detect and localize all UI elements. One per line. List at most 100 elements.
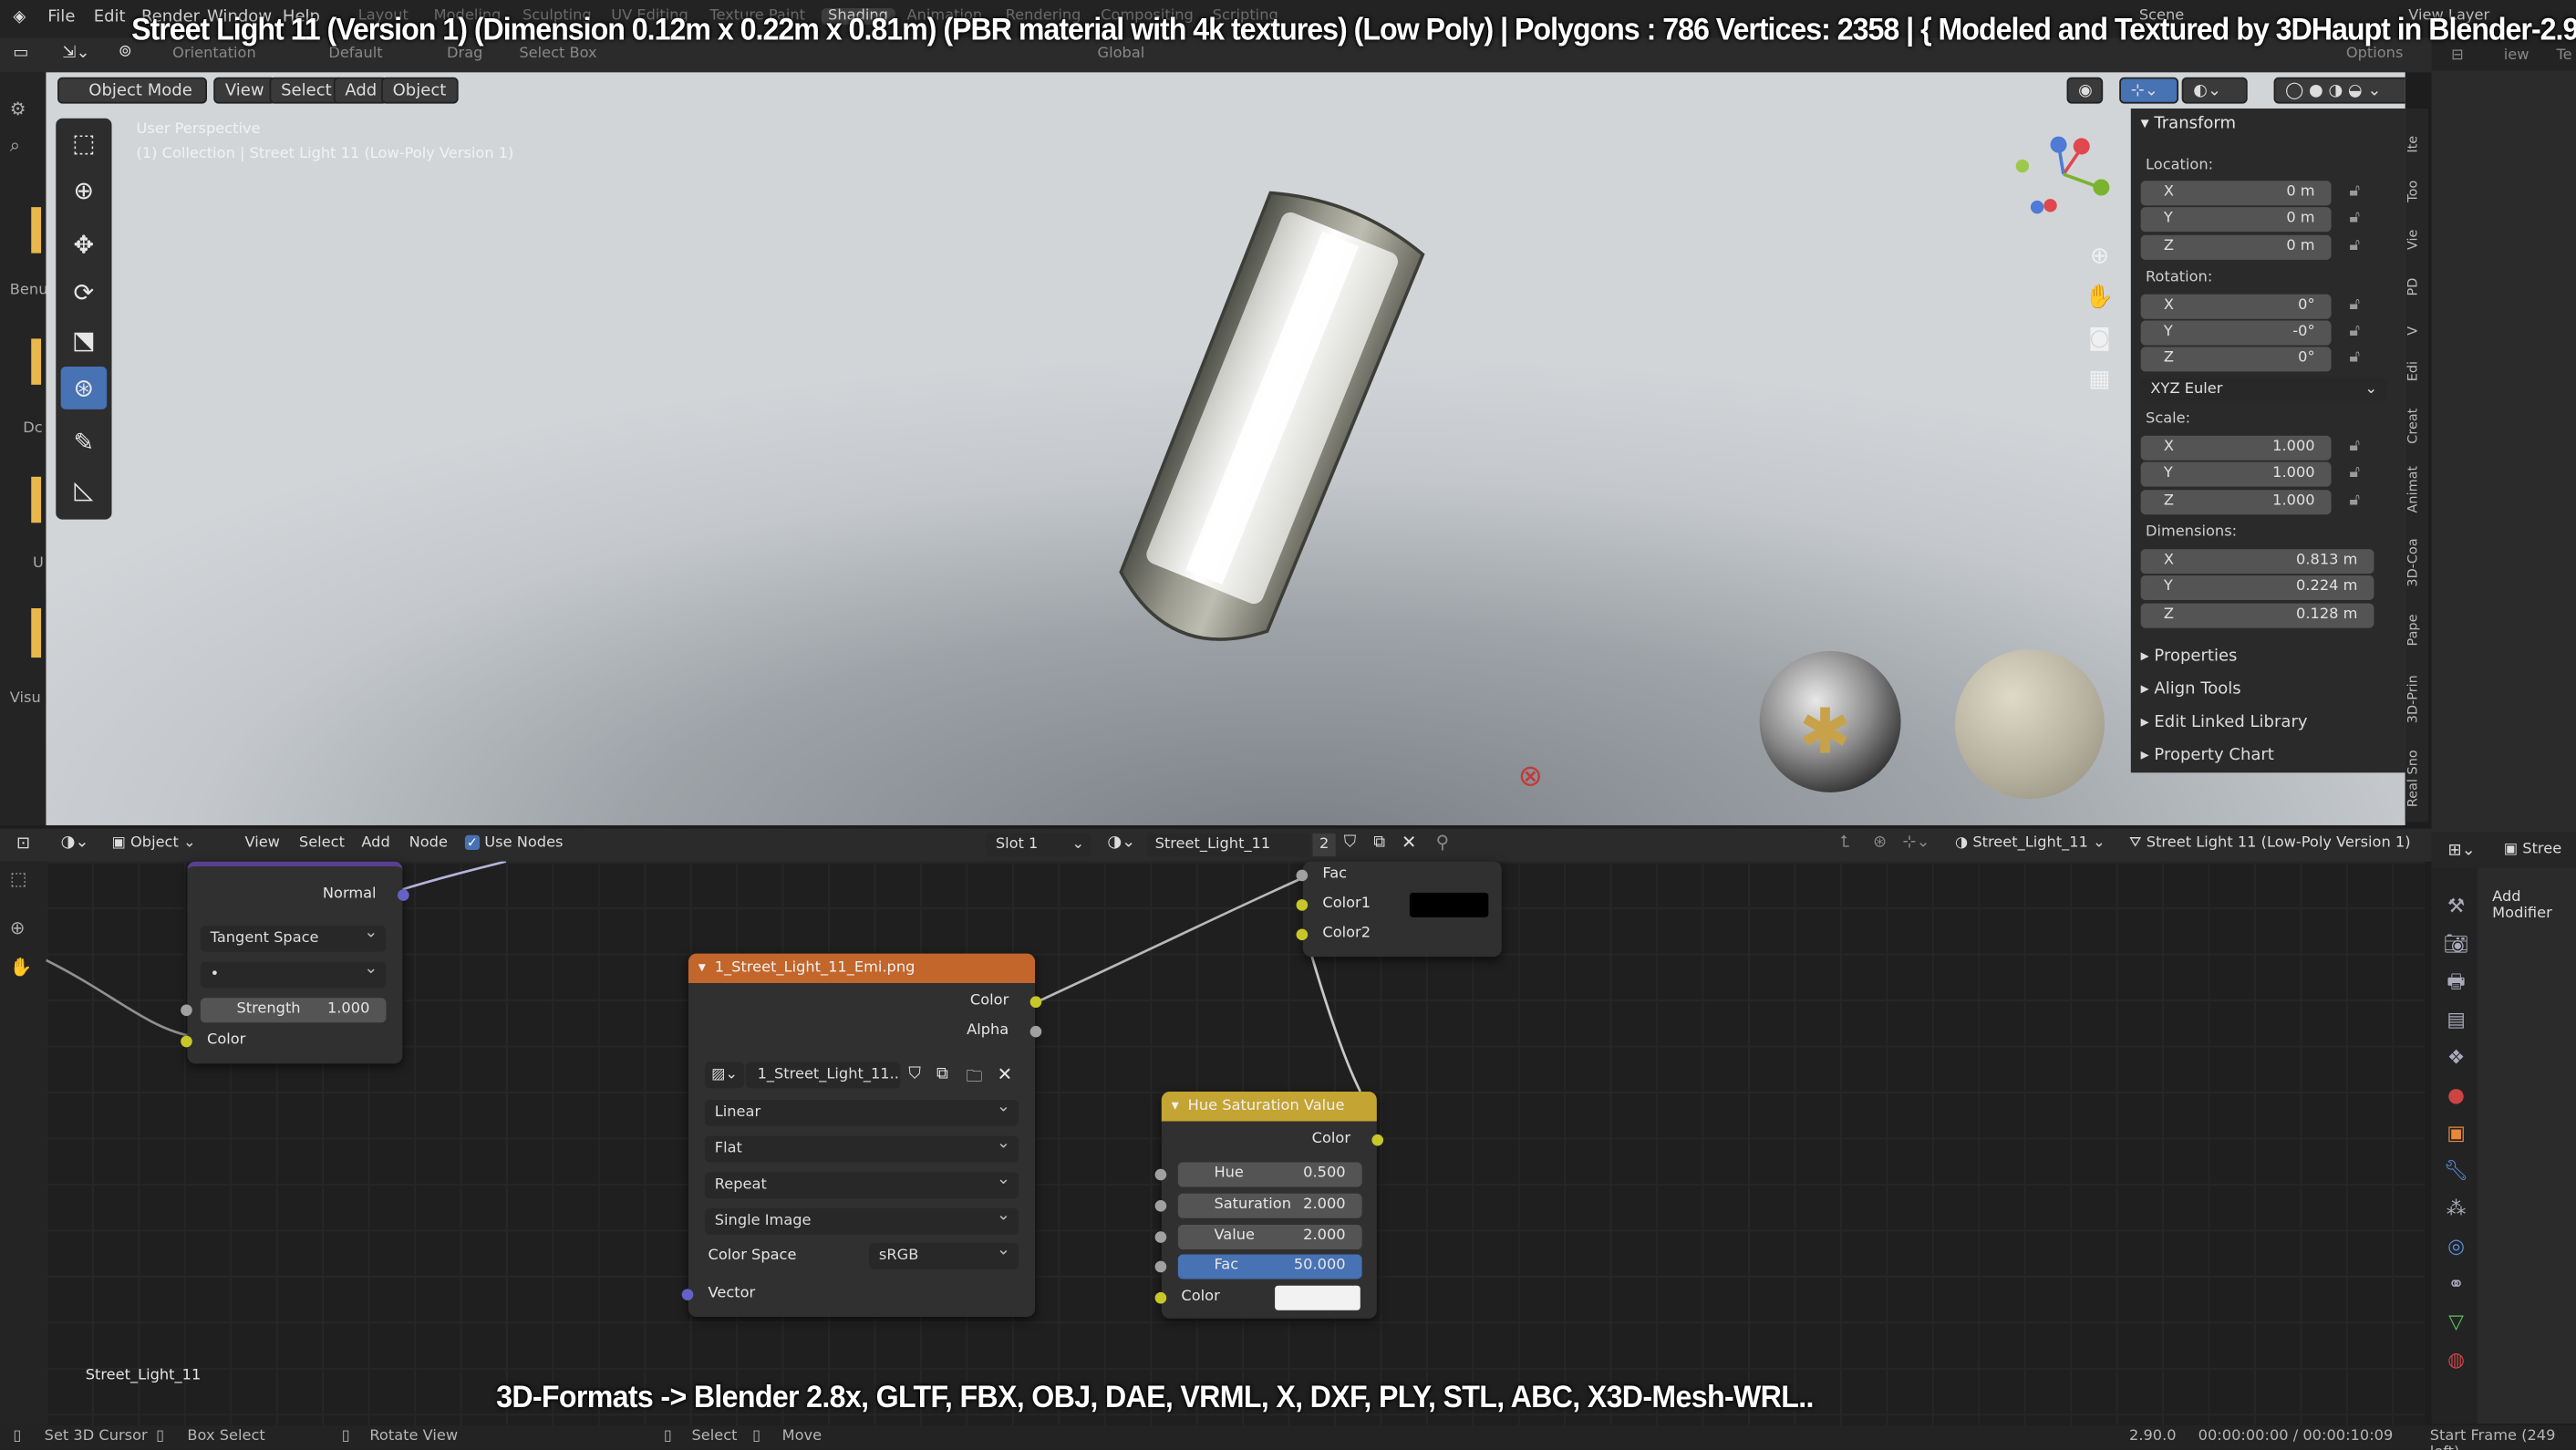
hand-icon[interactable]: ✋ <box>10 957 33 978</box>
tab-paper[interactable]: Pape <box>2405 605 2428 654</box>
socket[interactable] <box>181 1004 192 1017</box>
material-users-count[interactable]: 2 <box>1312 833 1336 857</box>
image-node-header[interactable]: ▾ 1_Street_Light_11_Emi.png <box>688 953 1036 984</box>
fac-field[interactable]: Fac 50.000 <box>1177 1254 1362 1279</box>
image-texture-node[interactable]: ▾ 1_Street_Light_11_Emi.png Color Alpha ▨… <box>681 953 1042 1317</box>
menu-edit[interactable]: Edit <box>94 8 126 26</box>
tab-animation[interactable]: Animat <box>2405 461 2428 520</box>
pan-hand-icon[interactable]: ✋ <box>2084 278 2116 319</box>
viewport-menu-select[interactable]: Select <box>269 77 344 104</box>
lock-icon[interactable]: 🔓︎ <box>2349 237 2360 255</box>
tab-item[interactable]: Ite <box>2405 129 2428 161</box>
projection-dropdown[interactable]: Flat <box>704 1131 1019 1163</box>
hsv-node-header[interactable]: ▾ Hue Saturation Value <box>1161 1091 1377 1122</box>
3d-cursor-icon[interactable]: ⊗ <box>1518 760 1543 794</box>
source-dropdown[interactable]: Single Image <box>704 1204 1019 1235</box>
use-nodes-checkbox[interactable]: ✓ Use Nodes <box>464 834 564 852</box>
select-box-tool[interactable]: ⬚ <box>61 121 107 164</box>
node-editor-canvas[interactable]: Normal Tangent Space • Strength 1.000 Co… <box>46 861 2426 1425</box>
cursor-tool[interactable]: ⊕ <box>61 170 107 212</box>
tab-3d-print[interactable]: 3D-Prin <box>2405 668 2428 730</box>
constraints-tab-icon[interactable]: ⚭ <box>2443 1266 2469 1303</box>
material-tab-icon[interactable]: ◍ <box>2443 1341 2469 1379</box>
collapse-icon[interactable]: ▾ <box>1172 1092 1179 1121</box>
snap-mode-icon[interactable]: ⊹⌄ <box>1902 834 1929 852</box>
object-tab-icon[interactable]: ▣ <box>2443 1114 2469 1152</box>
collapse-icon[interactable]: ▾ <box>698 954 706 983</box>
section-property-chart[interactable]: ▸ Property Chart <box>2141 746 2274 764</box>
unlink-image-icon[interactable]: ✕ <box>998 1063 1013 1084</box>
node-menu-add[interactable]: Add <box>361 835 389 852</box>
physics-tab-icon[interactable]: ◎ <box>2443 1228 2469 1266</box>
output-tab-icon[interactable]: 🖶︎ <box>2443 963 2469 1000</box>
unlink-material-icon[interactable]: ✕ <box>1402 832 1417 853</box>
socket[interactable] <box>181 1035 192 1048</box>
location-y-field[interactable]: Y 0 m <box>2140 207 2332 233</box>
outliner-view-menu[interactable]: iew <box>2504 47 2529 64</box>
scene-tab-icon[interactable]: ❖ <box>2443 1039 2469 1076</box>
lock-icon[interactable]: 🔓︎ <box>2349 492 2360 510</box>
value-field[interactable]: Value 2.000 <box>1177 1225 1362 1250</box>
lock-icon[interactable]: 🔓︎ <box>2349 182 2360 201</box>
node-menu-view[interactable]: View <box>244 835 279 852</box>
color1-swatch[interactable] <box>1409 892 1489 917</box>
lock-icon[interactable]: 🔓︎ <box>2349 463 2360 482</box>
menu-file[interactable]: File <box>47 8 75 26</box>
hue-saturation-value-node[interactable]: ▾ Hue Saturation Value Color Hue 0.500 Sat… <box>1154 1091 1384 1319</box>
lock-icon[interactable]: 🔓︎ <box>2349 348 2360 367</box>
scale-y-field[interactable]: Y 1.000 <box>2140 461 2332 487</box>
annotate-tool[interactable]: ✎ <box>61 420 107 463</box>
dimensions-y-field[interactable]: Y 0.224 m <box>2140 575 2374 600</box>
socket[interactable] <box>1029 1025 1042 1038</box>
world-tab-icon[interactable]: ● <box>2443 1077 2469 1114</box>
viewport-menu-add[interactable]: Add <box>333 77 388 104</box>
tool-tab-icon[interactable]: ⚒ <box>2443 887 2469 925</box>
duplicate-image-icon[interactable]: ⧉ <box>936 1065 948 1083</box>
lock-icon[interactable]: 🔓︎ <box>2349 209 2360 227</box>
colorspace-dropdown[interactable]: sRGB <box>869 1238 1019 1269</box>
tab-pd[interactable]: PD <box>2405 273 2428 302</box>
transform-header[interactable]: ▾ Transform <box>2141 115 2236 133</box>
socket[interactable] <box>1296 869 1309 882</box>
socket[interactable] <box>1154 1260 1167 1273</box>
socket[interactable] <box>1154 1231 1167 1243</box>
transform-tool[interactable]: ⊛ <box>60 367 108 409</box>
tab-edit[interactable]: Edi <box>2405 355 2428 388</box>
mix-rgb-node[interactable]: Fac Color1 Color2 <box>1296 861 1502 958</box>
slot-dropdown[interactable]: Slot 1 ⌄ <box>986 833 1091 857</box>
dimensions-z-field[interactable]: Z 0.128 m <box>2140 603 2374 628</box>
measure-tool[interactable]: ◺ <box>61 469 107 512</box>
rotation-x-field[interactable]: X 0° <box>2140 294 2332 319</box>
outliner-icon[interactable]: ⊟ <box>2451 47 2464 64</box>
parent-node-tree-icon[interactable]: ⮤ <box>1840 834 1850 852</box>
material-name-field[interactable]: Street_Light_11 <box>1146 833 1311 857</box>
object-mode-dropdown[interactable]: Object Mode <box>57 77 208 104</box>
open-image-icon[interactable]: 🗀︎ <box>966 1065 982 1093</box>
properties-editor-icon[interactable]: ⊞⌄ <box>2448 842 2476 860</box>
tab-v[interactable]: V <box>2405 319 2428 342</box>
rotation-z-field[interactable]: Z 0° <box>2140 347 2332 372</box>
fake-user-icon[interactable]: ⛉ <box>908 1065 921 1083</box>
normal-map-node[interactable]: Normal Tangent Space • Strength 1.000 Co… <box>181 861 409 1064</box>
socket[interactable] <box>1154 1199 1167 1212</box>
street-light-model[interactable] <box>1078 169 1445 699</box>
pin-icon[interactable]: ⚲ <box>1436 832 1450 853</box>
tab-3d-coat[interactable]: 3D-Coa <box>2405 533 2428 592</box>
3d-viewport[interactable]: Object Mode View Select Add Object ◉ ⊹⌄ … <box>46 72 2405 825</box>
shader-type-icon[interactable]: ◑⌄ <box>61 834 89 852</box>
section-align-tools[interactable]: ▸ Align Tools <box>2141 680 2241 699</box>
snap-icon[interactable]: ⊛ <box>1873 834 1887 852</box>
extension-dropdown[interactable]: Repeat <box>704 1167 1019 1199</box>
color-swatch[interactable] <box>1275 1285 1360 1310</box>
interpolation-dropdown[interactable]: Linear <box>704 1095 1019 1126</box>
render-tab-icon[interactable]: 📷︎ <box>2443 926 2469 963</box>
tools-icon[interactable]: ⚙ <box>10 98 26 119</box>
lock-icon[interactable]: 🔓︎ <box>2349 295 2360 314</box>
hue-field[interactable]: Hue 0.500 <box>1177 1162 1362 1187</box>
duplicate-material-icon[interactable]: ⧉ <box>1373 834 1385 852</box>
tab-create[interactable]: Creat <box>2405 401 2428 451</box>
viewport-menu-view[interactable]: View <box>213 77 276 104</box>
particles-tab-icon[interactable]: ⁂ <box>2443 1190 2469 1227</box>
scale-z-field[interactable]: Z 1.000 <box>2140 490 2332 515</box>
tab-real-snow[interactable]: Real Sno <box>2405 746 2428 812</box>
